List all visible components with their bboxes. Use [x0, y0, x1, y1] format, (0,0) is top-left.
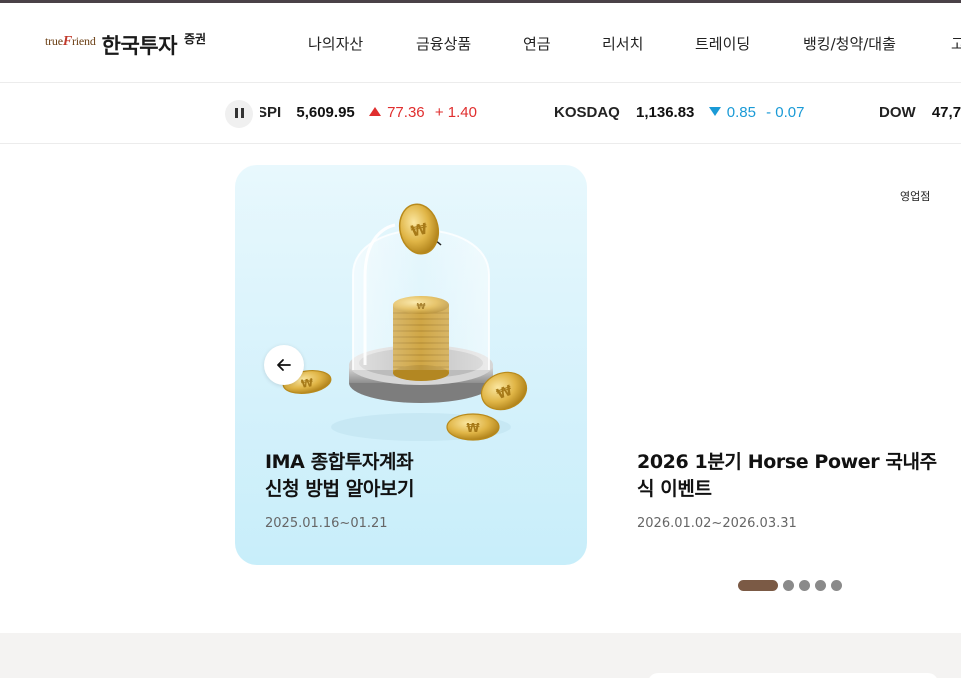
svg-text:₩: ₩ [300, 376, 314, 391]
tagline-prefix: true [45, 34, 63, 48]
bottom-card [648, 673, 938, 693]
ticker-change: 77.36 [387, 104, 425, 121]
nav-item-banking[interactable]: 뱅킹/청약/대출 [803, 33, 896, 54]
ticker-name: SPI [257, 104, 282, 121]
banner-date: 2026.01.02~2026.03.31 [637, 516, 797, 531]
brand-tagline: trueFriend [45, 34, 96, 50]
banner-date: 2025.01.16~01.21 [265, 516, 388, 531]
banner-title: IMA 종합투자계좌 신청 방법 알아보기 [265, 449, 414, 503]
ticker-name: DOW [879, 104, 916, 121]
nav-item-trading[interactable]: 트레이딩 [695, 33, 750, 54]
banner-card-horse-power[interactable]: 2026 1분기 Horse Power 국내주 식 이벤트 2026.01.0… [607, 165, 961, 565]
pagination-dot-4[interactable] [815, 579, 826, 591]
pagination-dot-3[interactable] [799, 579, 810, 591]
ticker-rate: - 0.07 [766, 104, 805, 121]
ticker-item-dow[interactable]: DOW 47,7 [879, 104, 961, 121]
ticker-value: 5,609.95 [296, 104, 355, 121]
brand-suffix: 증권 [183, 32, 207, 46]
brand-logo[interactable]: trueFriend 한국투자 증권 [45, 27, 206, 61]
ticker-mask [252, 84, 260, 143]
banner-title-line: 식 이벤트 [637, 478, 712, 500]
banner-prev-button[interactable] [264, 345, 304, 385]
svg-text:₩: ₩ [466, 421, 480, 435]
nav-item-research[interactable]: 리서치 [602, 33, 643, 54]
site-header: trueFriend 한국투자 증권 나의자산 금융상품 연금 리서치 트레이딩… [0, 3, 961, 83]
nav-item-my-assets[interactable]: 나의자산 [308, 33, 363, 54]
pagination-dot-5[interactable] [831, 579, 842, 591]
nav-item-financial-products[interactable]: 금융상품 [416, 33, 471, 54]
coin-jar-illustration: ₩ ₩ ₩ ₩ ₩ [282, 203, 528, 441]
ticker-pause-button[interactable] [225, 100, 253, 128]
banner-title-line: IMA 종합투자계좌 [265, 451, 414, 473]
banner-title-line: 2026 1분기 Horse Power 국내주 [637, 451, 937, 473]
banner-pagination [738, 579, 847, 591]
ticker-name: KOSDAQ [554, 104, 620, 121]
tagline-f: F [62, 34, 72, 49]
market-ticker: SPI 5,609.95 77.36 + 1.40 KOSDAQ 1,136.8… [0, 84, 961, 144]
ticker-change: 0.85 [726, 104, 756, 121]
bottom-section [0, 633, 961, 678]
banner-title: 2026 1분기 Horse Power 국내주 식 이벤트 [637, 449, 937, 503]
ticker-item-kospi[interactable]: SPI 5,609.95 77.36 + 1.40 [257, 104, 477, 121]
pagination-dot-2[interactable] [783, 579, 794, 591]
nav-item-pension[interactable]: 연금 [523, 33, 551, 54]
tagline-suffix: riend [72, 34, 96, 48]
banner-title-line: 신청 방법 알아보기 [265, 478, 415, 500]
up-triangle-icon [368, 107, 381, 116]
pause-icon [233, 105, 245, 123]
nav-item-customer[interactable]: 고 [951, 33, 961, 54]
pagination-dot-1[interactable] [738, 579, 778, 591]
ticker-value: 47,7 [931, 104, 961, 121]
ticker-item-kosdaq[interactable]: KOSDAQ 1,136.83 0.85 - 0.07 [554, 104, 804, 121]
brand-name: 한국투자 [101, 34, 178, 58]
arrow-left-icon [277, 359, 291, 371]
branch-link[interactable]: 영업점 [900, 188, 930, 204]
ticker-rate: + 1.40 [434, 104, 477, 121]
down-triangle-icon [708, 107, 721, 116]
ticker-value: 1,136.83 [636, 104, 695, 121]
